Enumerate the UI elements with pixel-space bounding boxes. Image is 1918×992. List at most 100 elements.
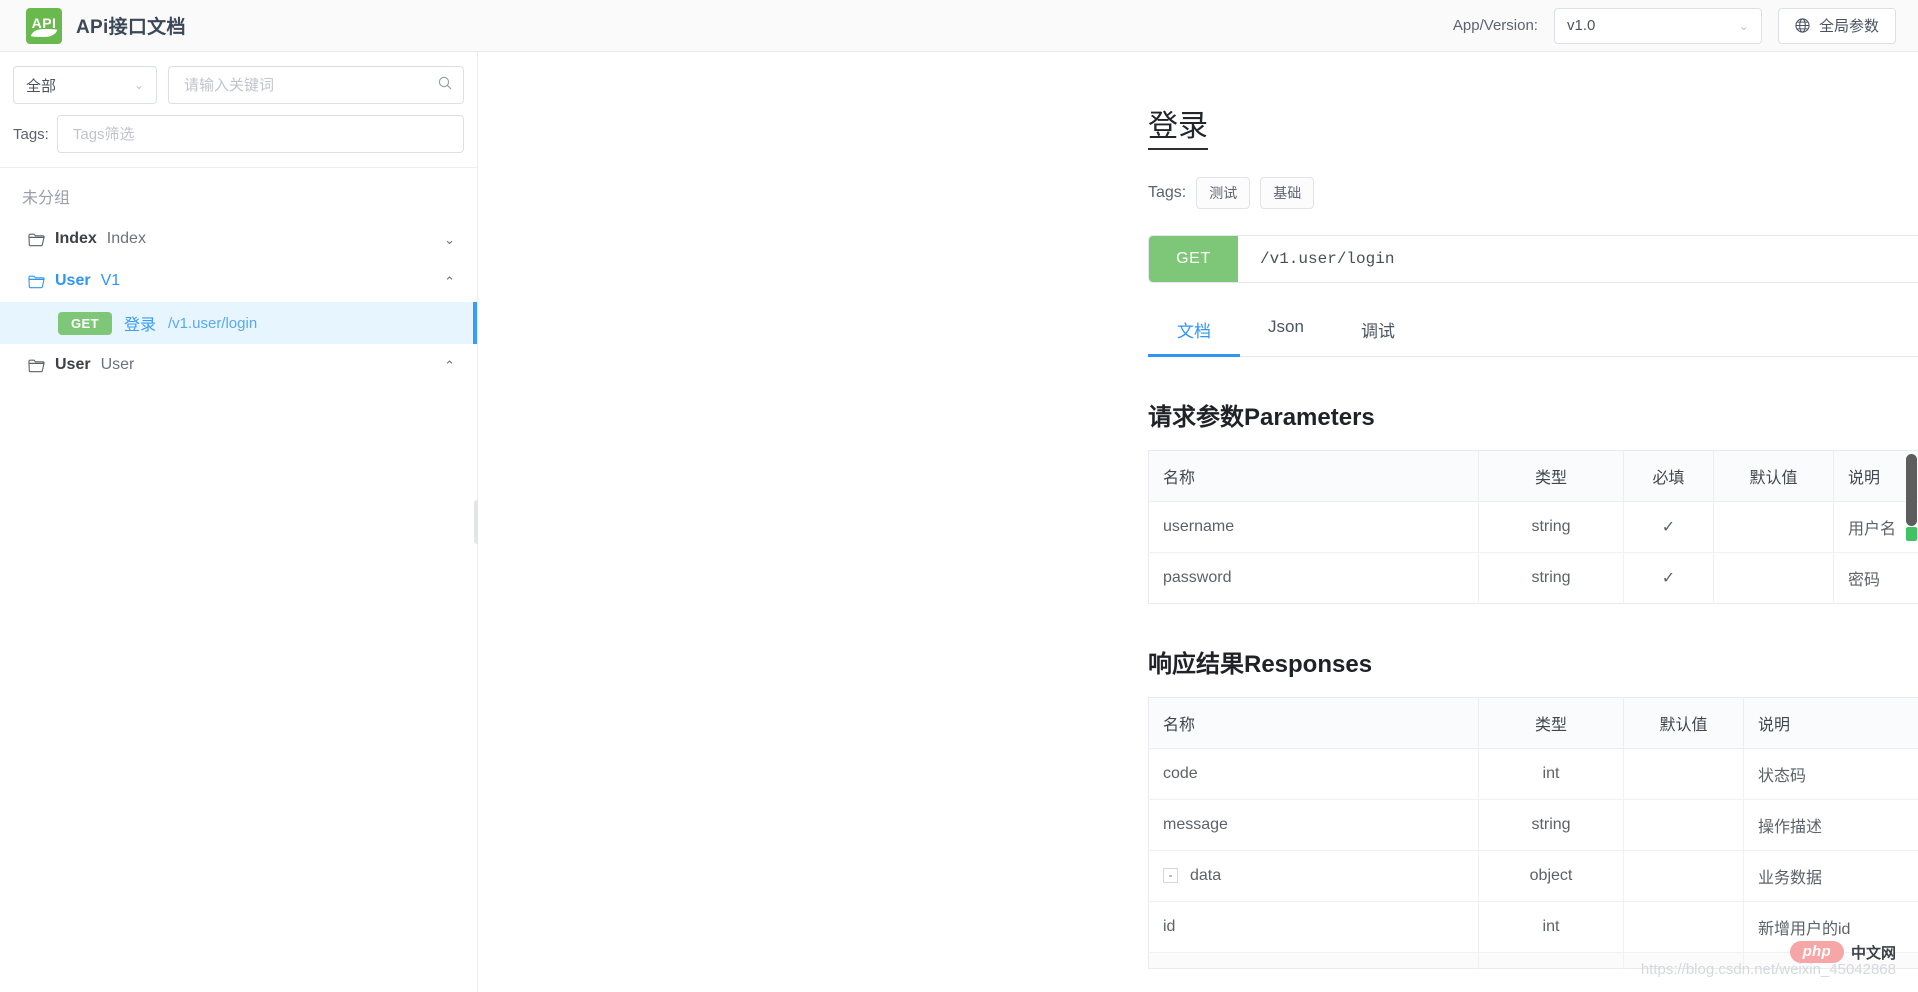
tag-chip[interactable]: 测试 [1196,177,1250,209]
response-field-type: int [1479,748,1624,799]
app-title: APi接口文档 [76,12,186,39]
sidebar-api-path: /v1.user/login [168,315,257,332]
param-default [1714,501,1834,552]
response-field-default [1624,901,1744,952]
version-select-value: v1.0 [1567,17,1595,34]
global-params-button[interactable]: 全局参数 [1778,8,1896,44]
api-logo-icon: API [26,8,62,44]
search-input[interactable] [182,76,437,95]
chevron-up-icon[interactable]: ⌃ [444,275,455,288]
tag-chip[interactable]: 基础 [1260,177,1314,209]
scope-select[interactable]: 全部 ⌄ [13,66,157,104]
chevron-down-icon[interactable]: ⌄ [444,233,455,246]
sidebar-api-name: 登录 [124,311,156,335]
param-default [1714,552,1834,603]
api-tree: 未分组 Index Index ⌄ User V1 ⌃ [0,167,477,386]
api-logo-text: API [32,16,57,30]
response-field-type: int [1479,901,1624,952]
collapse-toggle-icon[interactable]: - [1163,868,1178,883]
response-field-name: id [1149,901,1479,952]
response-field-default [1624,748,1744,799]
param-name: password [1149,552,1479,603]
param-type: string [1479,501,1624,552]
column-header-desc: 说明 [1744,697,1918,748]
chevron-down-icon: ⌄ [1739,20,1749,32]
doc-tags-label: Tags: [1148,184,1186,202]
globe-icon [1795,18,1810,33]
folder-icon [28,274,45,289]
response-field-desc: 业务数据 [1744,850,1918,901]
table-header-row: 名称 类型 默认值 说明 [1149,697,1918,748]
sidebar-item-sub: V1 [101,272,121,290]
scrollbar-thumb[interactable] [1906,454,1917,526]
doc-tags: Tags: 测试 基础 [1148,177,1918,209]
column-header-name: 名称 [1149,697,1479,748]
main-content: 登录 Tags: 测试 基础 GET /v1.user/login [478,52,1918,992]
tags-filter-box[interactable] [57,115,464,153]
table-row: username string ✓ 用户名 [1149,501,1918,552]
param-type: string [1479,552,1624,603]
version-select[interactable]: v1.0 ⌄ [1554,8,1762,44]
sidebar-item-name: User [55,272,91,290]
table-row: id int 新增用户的id [1149,901,1918,952]
table-header-row: 名称 类型 必填 默认值 说明 [1149,450,1918,501]
chevron-up-icon[interactable]: ⌃ [444,359,455,372]
header-right: App/Version: v1.0 ⌄ 全局参数 [1453,8,1896,44]
sidebar-item-user-v1[interactable]: User V1 ⌃ [0,260,477,302]
sidebar-item-sub: User [101,356,135,374]
response-field-row-data: -data [1149,850,1479,901]
api-doc-app: API APi接口文档 App/Version: v1.0 ⌄ 全局参数 [0,0,1918,992]
column-header-required: 必填 [1624,450,1714,501]
column-header-type: 类型 [1479,450,1624,501]
param-desc: 密码 [1834,552,1918,603]
param-required: ✓ [1624,501,1714,552]
sidebar-item-index[interactable]: Index Index ⌄ [0,218,477,260]
response-field-name: data [1190,867,1221,884]
doc-tabs: 文档 Json 调试 [1148,305,1918,357]
folder-icon [28,232,45,247]
appversion-label: App/Version: [1453,17,1538,34]
response-field-desc: 操作描述 [1744,799,1918,850]
response-field-default [1624,799,1744,850]
search-box[interactable] [168,66,464,104]
column-header-type: 类型 [1479,697,1624,748]
app-body: 全部 ⌄ Tags: 未分组 [0,52,1918,992]
tab-doc[interactable]: 文档 [1148,305,1240,356]
param-name: username [1149,501,1479,552]
folder-icon [28,358,45,373]
tree-group-label: 未分组 [0,174,477,218]
table-row: password string ✓ 密码 [1149,552,1918,603]
tab-debug[interactable]: 调试 [1332,305,1424,356]
tags-filter-input[interactable] [71,125,450,144]
responses-section-title: 响应结果Responses [1148,644,1918,679]
app-header: API APi接口文档 App/Version: v1.0 ⌄ 全局参数 [0,0,1918,52]
response-field-name: message [1149,799,1479,850]
table-row: message string 操作描述 [1149,799,1918,850]
method-badge: GET [58,312,112,335]
table-footer-row [1149,952,1918,968]
search-icon[interactable] [437,75,453,96]
response-field-name: code [1149,748,1479,799]
api-logo-wave [31,29,57,37]
global-params-label: 全局参数 [1819,15,1879,36]
endpoint-path[interactable]: /v1.user/login [1238,236,1918,282]
page-scrollbar[interactable] [1906,454,1917,546]
sidebar-tags-row: Tags: [0,104,477,167]
endpoint-url-bar: GET /v1.user/login [1148,235,1918,283]
tab-json[interactable]: Json [1240,305,1332,356]
sidebar: 全部 ⌄ Tags: 未分组 [0,52,478,992]
scrollbar-marker [1906,527,1917,541]
responses-table: 名称 类型 默认值 说明 code int 状态码 [1148,697,1918,969]
response-field-type: object [1479,850,1624,901]
sidebar-api-item-login[interactable]: GET 登录 /v1.user/login [0,302,477,344]
response-field-default [1624,850,1744,901]
response-field-type: string [1479,799,1624,850]
brand: API APi接口文档 [26,8,186,44]
column-header-default: 默认值 [1624,697,1744,748]
sidebar-item-user[interactable]: User User ⌃ [0,344,477,386]
table-row: -data object 业务数据 [1149,850,1918,901]
parameters-table: 名称 类型 必填 默认值 说明 username string ✓ [1148,450,1918,604]
sidebar-filter-row: 全部 ⌄ [0,52,477,104]
param-required: ✓ [1624,552,1714,603]
sidebar-item-sub: Index [107,230,146,248]
